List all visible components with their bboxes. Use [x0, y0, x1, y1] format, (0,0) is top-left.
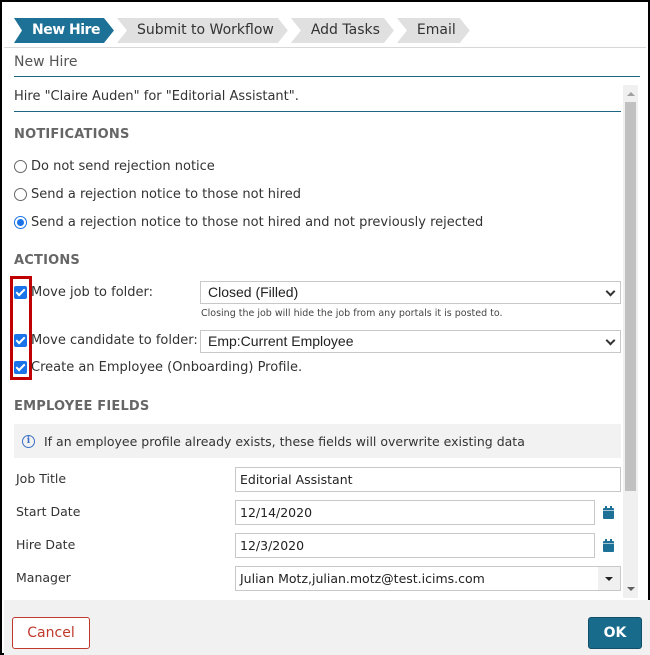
dialog-footer: Cancel OK — [4, 600, 650, 655]
move-candidate-checkbox[interactable] — [14, 334, 27, 347]
move-job-checkbox[interactable] — [14, 286, 27, 299]
wizard-steps: New Hire Submit to Workflow Add Tasks Em… — [14, 18, 473, 43]
job-title-label: Job Title — [16, 471, 67, 486]
step-new-hire[interactable]: New Hire — [14, 18, 114, 43]
info-text: If an employee profile already exists, t… — [44, 433, 525, 449]
manager-combobox[interactable]: Julian Motz,julian.motz@test.icims.com — [235, 566, 621, 591]
actions-heading: ACTIONS — [14, 253, 81, 268]
job-folder-hint: Closing the job will hide the job from a… — [201, 308, 503, 319]
overwrite-info-banner: i If an employee profile already exists,… — [14, 424, 621, 458]
calendar-icon[interactable] — [603, 539, 614, 552]
move-job-row: Move job to folder: — [14, 285, 153, 300]
radio-reject-not-hired-not-rejected[interactable]: Send a rejection notice to those not hir… — [14, 215, 483, 230]
candidate-folder-select[interactable]: Emp:Current Employee — [200, 330, 621, 353]
page-title: New Hire — [14, 54, 640, 77]
hire-date-label: Hire Date — [16, 537, 76, 552]
candidate-folder-value: Emp:Current Employee — [208, 333, 354, 349]
scroll-content: Hire "Claire Auden" for "Editorial Assis… — [4, 84, 640, 598]
step-submit-to-workflow[interactable]: Submit to Workflow — [117, 18, 288, 43]
job-title-input[interactable]: Editorial Assistant — [235, 467, 621, 492]
radio-button[interactable] — [14, 216, 27, 229]
caret-down-icon[interactable] — [598, 567, 620, 590]
radio-label: Send a rejection notice to those not hir… — [31, 187, 301, 202]
new-hire-dialog: New Hire Submit to Workflow Add Tasks Em… — [0, 0, 650, 655]
job-folder-value: Closed (Filled) — [208, 284, 299, 300]
ok-button[interactable]: OK — [588, 617, 642, 649]
create-profile-checkbox[interactable] — [14, 361, 27, 374]
start-date-label: Start Date — [16, 504, 81, 519]
manager-label: Manager — [16, 570, 71, 585]
scroll-down-arrow-icon[interactable] — [623, 581, 638, 598]
cancel-button[interactable]: Cancel — [12, 617, 90, 649]
chevron-down-icon — [605, 335, 616, 346]
scroll-thumb[interactable] — [625, 102, 636, 491]
radio-label: Send a rejection notice to those not hir… — [31, 215, 484, 230]
hire-summary: Hire "Claire Auden" for "Editorial Assis… — [14, 89, 621, 112]
notifications-heading: NOTIFICATIONS — [14, 127, 130, 142]
hire-date-input[interactable]: 12/3/2020 — [235, 533, 595, 558]
vertical-scrollbar[interactable] — [623, 85, 638, 598]
step-add-tasks[interactable]: Add Tasks — [291, 18, 394, 43]
scroll-up-arrow-icon[interactable] — [623, 85, 638, 102]
radio-button[interactable] — [14, 160, 27, 173]
move-job-label: Move job to folder: — [31, 285, 154, 300]
radio-label: Do not send rejection notice — [31, 159, 215, 174]
create-profile-row: Create an Employee (Onboarding) Profile. — [14, 360, 302, 375]
create-profile-label: Create an Employee (Onboarding) Profile. — [31, 360, 303, 375]
employee-fields-heading: EMPLOYEE FIELDS — [14, 399, 150, 414]
start-date-input[interactable]: 12/14/2020 — [235, 500, 595, 525]
job-folder-select[interactable]: Closed (Filled) — [200, 281, 621, 304]
step-email[interactable]: Email — [397, 18, 470, 43]
manager-value: Julian Motz,julian.motz@test.icims.com — [240, 571, 485, 586]
radio-reject-not-hired[interactable]: Send a rejection notice to those not hir… — [14, 187, 301, 202]
radio-button[interactable] — [14, 188, 27, 201]
move-candidate-label: Move candidate to folder: — [31, 333, 198, 348]
calendar-icon[interactable] — [603, 506, 614, 519]
move-candidate-row: Move candidate to folder: — [14, 333, 198, 348]
radio-no-rejection[interactable]: Do not send rejection notice — [14, 159, 215, 174]
info-icon: i — [22, 434, 35, 448]
header-divider — [4, 47, 646, 48]
chevron-down-icon — [605, 286, 616, 297]
